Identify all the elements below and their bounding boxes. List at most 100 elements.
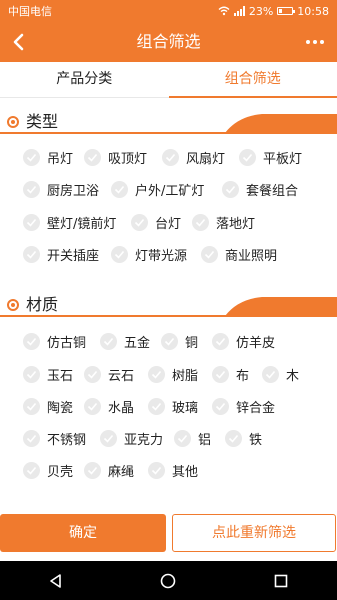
checkmark-icon bbox=[23, 461, 40, 479]
filter-option[interactable]: 其他 bbox=[148, 460, 198, 480]
filter-option[interactable]: 仿羊皮 bbox=[212, 331, 275, 351]
checkmark-icon bbox=[23, 332, 40, 350]
option-label: 壁灯/镜前灯 bbox=[47, 216, 117, 232]
filter-option[interactable]: 锌合金 bbox=[212, 396, 275, 416]
filter-option[interactable]: 商业照明 bbox=[201, 244, 277, 264]
filter-option[interactable]: 玉石 bbox=[23, 364, 73, 384]
option-label: 商业照明 bbox=[225, 248, 278, 264]
filter-option[interactable]: 开关插座 bbox=[23, 244, 99, 264]
checkmark-icon bbox=[100, 332, 117, 350]
clock-time: 10:58 bbox=[297, 4, 329, 18]
option-label: 贝壳 bbox=[47, 464, 74, 480]
option-label: 水晶 bbox=[108, 400, 135, 416]
checkmark-icon bbox=[161, 332, 178, 350]
filter-option[interactable]: 吊灯 bbox=[23, 147, 73, 167]
section-ring-icon bbox=[7, 299, 19, 311]
option-label: 套餐组合 bbox=[246, 183, 299, 199]
option-label: 风扇灯 bbox=[186, 151, 226, 167]
option-label: 玻璃 bbox=[172, 400, 199, 416]
option-label: 云石 bbox=[108, 368, 135, 384]
option-label: 锌合金 bbox=[236, 400, 276, 416]
filter-option[interactable]: 壁灯/镜前灯 bbox=[23, 212, 116, 232]
wifi-icon bbox=[218, 6, 230, 16]
filter-option[interactable]: 贝壳 bbox=[23, 460, 73, 480]
checkmark-icon bbox=[111, 180, 128, 198]
checkmark-icon bbox=[100, 429, 117, 447]
confirm-button[interactable]: 确定 bbox=[0, 514, 166, 552]
checkmark-icon bbox=[84, 397, 101, 415]
option-label: 户外/工矿灯 bbox=[135, 183, 205, 199]
checkmark-icon bbox=[148, 461, 165, 479]
option-label: 五金 bbox=[124, 335, 151, 351]
checkmark-icon bbox=[23, 365, 40, 383]
filter-option[interactable]: 吸顶灯 bbox=[84, 147, 147, 167]
checkmark-icon bbox=[148, 397, 165, 415]
filter-option[interactable]: 麻绳 bbox=[84, 460, 134, 480]
option-label: 木 bbox=[286, 368, 300, 384]
checkmark-icon bbox=[212, 332, 229, 350]
option-label: 布 bbox=[236, 368, 250, 384]
tab-product-category[interactable]: 产品分类 bbox=[0, 62, 169, 97]
checkmark-icon bbox=[111, 245, 128, 263]
filter-option[interactable]: 台灯 bbox=[131, 212, 181, 232]
triangle-back-icon bbox=[50, 573, 61, 588]
filter-option[interactable]: 仿古铜 bbox=[23, 331, 86, 351]
checkmark-icon bbox=[23, 148, 40, 166]
reset-filter-button[interactable]: 点此重新筛选 bbox=[172, 514, 336, 552]
status-indicators: 23% 10:58 bbox=[218, 5, 329, 18]
checkmark-icon bbox=[148, 365, 165, 383]
option-label: 吊灯 bbox=[47, 151, 74, 167]
filter-option[interactable]: 套餐组合 bbox=[222, 179, 298, 199]
checkmark-icon bbox=[212, 365, 229, 383]
square-recents-icon bbox=[274, 574, 288, 587]
filter-option[interactable]: 灯带光源 bbox=[111, 244, 187, 264]
filter-option[interactable]: 铜 bbox=[161, 331, 198, 351]
checkmark-icon bbox=[222, 180, 239, 198]
option-label: 落地灯 bbox=[216, 216, 256, 232]
checkmark-icon bbox=[23, 213, 40, 231]
filter-option[interactable]: 风扇灯 bbox=[162, 147, 225, 167]
option-label: 吸顶灯 bbox=[108, 151, 148, 167]
filter-option[interactable]: 树脂 bbox=[148, 364, 198, 384]
filter-option[interactable]: 亚克力 bbox=[100, 428, 163, 448]
more-dot-icon bbox=[320, 40, 324, 44]
option-label: 其他 bbox=[172, 464, 199, 480]
checkmark-icon bbox=[23, 245, 40, 263]
checkmark-icon bbox=[84, 365, 101, 383]
carrier-label: 中国电信 bbox=[8, 5, 52, 18]
checkmark-icon bbox=[162, 148, 179, 166]
circle-home-icon bbox=[161, 573, 176, 588]
filter-option[interactable]: 铝 bbox=[174, 428, 211, 448]
type-section-title: 类型 bbox=[26, 112, 59, 131]
filter-option[interactable]: 厨房卫浴 bbox=[23, 179, 99, 199]
checkmark-icon bbox=[201, 245, 218, 263]
nav-recents-button[interactable] bbox=[261, 561, 301, 600]
system-nav-bar bbox=[0, 561, 337, 600]
tab-combined-filter[interactable]: 组合筛选 bbox=[168, 62, 337, 98]
filter-option[interactable]: 水晶 bbox=[84, 396, 134, 416]
filter-option[interactable]: 铁 bbox=[225, 428, 262, 448]
filter-option[interactable]: 木 bbox=[262, 364, 299, 384]
option-label: 灯带光源 bbox=[135, 248, 188, 264]
filter-option[interactable]: 玻璃 bbox=[148, 396, 198, 416]
filter-option[interactable]: 陶瓷 bbox=[23, 396, 73, 416]
filter-option[interactable]: 布 bbox=[212, 364, 249, 384]
type-section-header: 类型 bbox=[0, 110, 337, 134]
more-options-button[interactable] bbox=[301, 28, 329, 56]
more-dot-icon bbox=[306, 40, 310, 44]
option-label: 麻绳 bbox=[108, 464, 135, 480]
more-dot-icon bbox=[313, 40, 317, 44]
checkmark-icon bbox=[23, 429, 40, 447]
tab-bar: 产品分类 组合筛选 bbox=[0, 62, 337, 98]
filter-option[interactable]: 平板灯 bbox=[239, 147, 302, 167]
nav-home-button[interactable] bbox=[148, 561, 188, 600]
section-ring-icon bbox=[7, 116, 19, 128]
filter-option[interactable]: 不锈钢 bbox=[23, 428, 86, 448]
filter-option[interactable]: 云石 bbox=[84, 364, 134, 384]
filter-option[interactable]: 户外/工矿灯 bbox=[111, 179, 204, 199]
nav-back-button[interactable] bbox=[36, 561, 76, 600]
checkmark-icon bbox=[23, 397, 40, 415]
filter-option[interactable]: 落地灯 bbox=[192, 212, 255, 232]
filter-option[interactable]: 五金 bbox=[100, 331, 150, 351]
checkmark-icon bbox=[262, 365, 279, 383]
